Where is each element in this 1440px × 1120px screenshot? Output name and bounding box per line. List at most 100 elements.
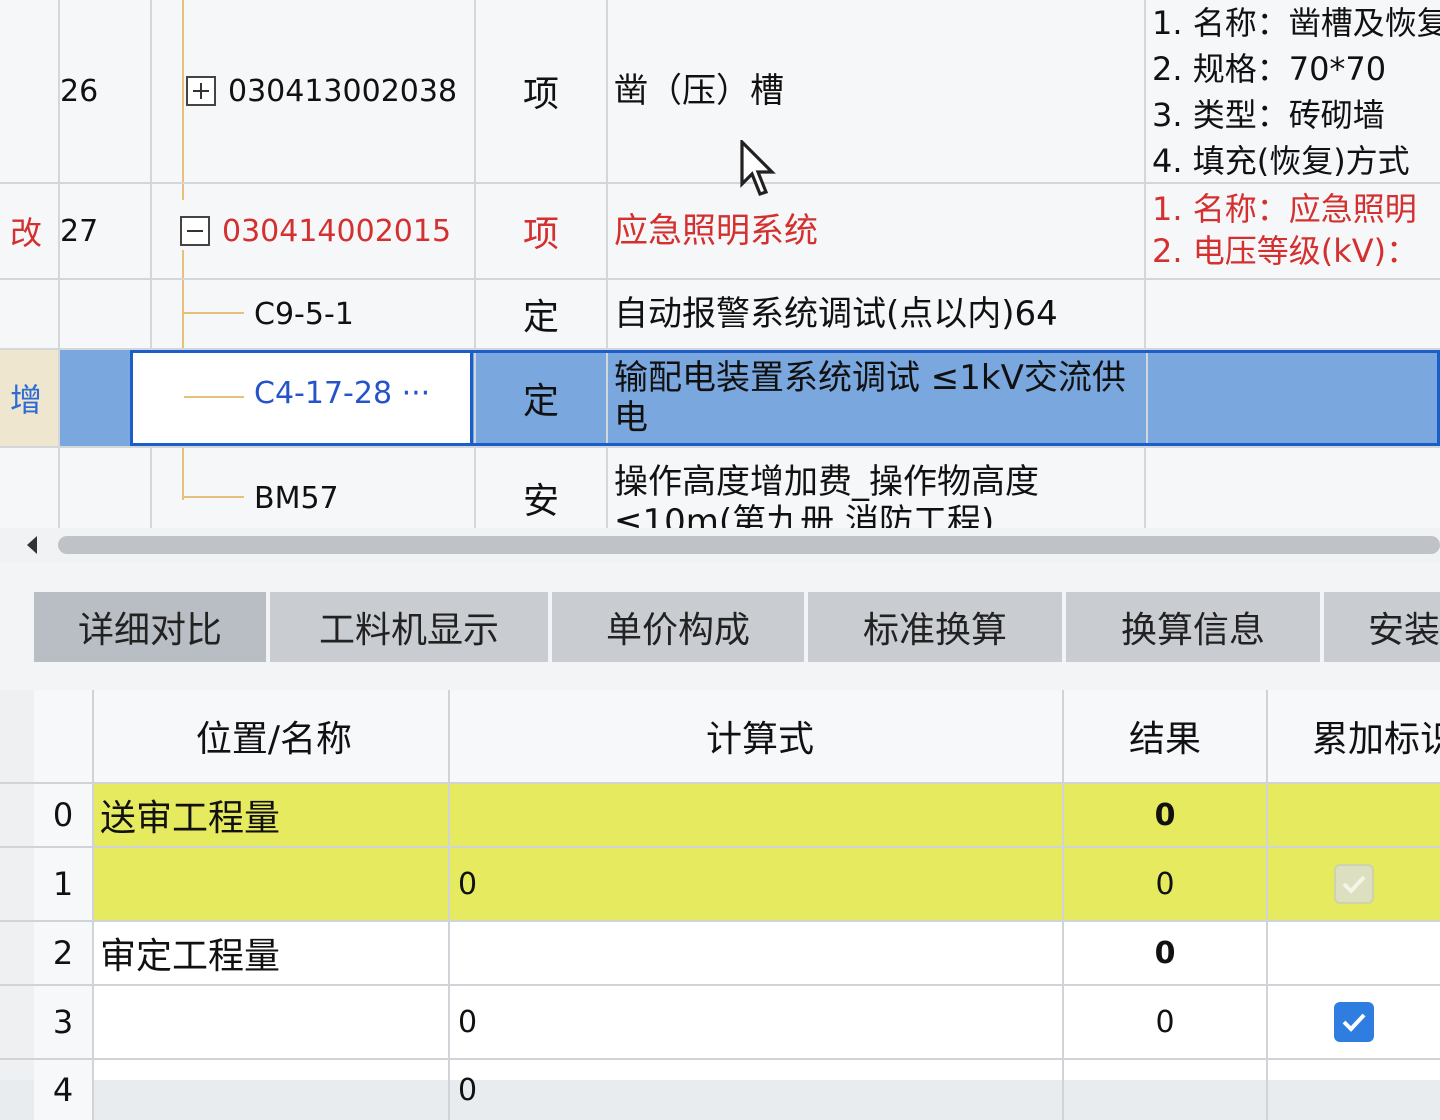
- result-cell: 0: [1064, 848, 1268, 920]
- item-name[interactable]: 输配电装置系统调试 ≤1kV交流供电: [608, 350, 1148, 446]
- item-name[interactable]: 应急照明系统: [608, 184, 1146, 278]
- position-name[interactable]: [94, 1060, 450, 1120]
- header-accumulate[interactable]: 累加标识: [1268, 690, 1440, 782]
- table-row[interactable]: BM57 安 操作高度增加费_操作物高度≤10m(第九册 消防工程): [0, 448, 1440, 528]
- checkmark-icon: [1342, 1013, 1366, 1032]
- scroll-left-arrow-icon[interactable]: [22, 534, 42, 556]
- item-code-cell[interactable]: 030414002015: [152, 184, 476, 278]
- item-description[interactable]: 1. 名称：应急照明 2. 电压等级(kV)：: [1146, 184, 1440, 278]
- item-code: 030413002038: [228, 73, 458, 109]
- quota-code-cell[interactable]: C9-5-1: [152, 280, 476, 348]
- item-type: 项: [476, 184, 608, 278]
- tab-detail-compare[interactable]: 详细对比: [34, 592, 270, 662]
- quota-code[interactable]: C4-17-28 ···: [254, 376, 430, 411]
- changed-mark: 改: [0, 184, 60, 278]
- desc-line: 1. 名称：凿槽及恢复: [1152, 4, 1440, 42]
- header-result[interactable]: 结果: [1064, 690, 1268, 782]
- table-row[interactable]: 4 0: [0, 1060, 1440, 1120]
- tab-unit-price-composition[interactable]: 单价构成: [552, 592, 808, 662]
- item-type: 定: [476, 350, 608, 446]
- desc-line: 2. 电压等级(kV)：: [1152, 232, 1419, 270]
- tab-labor-material-machine[interactable]: 工料机显示: [270, 592, 552, 662]
- detail-tabs: 详细对比 工料机显示 单价构成 标准换算 换算信息 安装: [0, 562, 1440, 690]
- accumulate-cell: [1268, 1060, 1440, 1120]
- item-description[interactable]: [1146, 280, 1440, 348]
- desc-line: 1. 名称：应急照明: [1152, 190, 1417, 228]
- accumulate-checkbox[interactable]: [1334, 864, 1374, 904]
- quota-code: C9-5-1: [254, 296, 354, 332]
- table-row[interactable]: 3 0 0: [0, 986, 1440, 1060]
- position-name[interactable]: [94, 986, 450, 1058]
- header-name[interactable]: 位置/名称: [94, 690, 450, 782]
- row-number: 27: [60, 184, 152, 278]
- item-type: 项: [476, 0, 608, 182]
- row-mark: [0, 448, 60, 528]
- item-type: 定: [476, 280, 608, 348]
- collapse-minus-icon[interactable]: [180, 216, 210, 246]
- result-cell: 0: [1064, 986, 1268, 1058]
- tab-conversion-info[interactable]: 换算信息: [1066, 592, 1324, 662]
- row-index: 4: [34, 1060, 94, 1120]
- formula-cell[interactable]: [450, 922, 1064, 984]
- item-name[interactable]: 凿（压）槽: [608, 0, 1146, 182]
- table-row[interactable]: 0 送审工程量 0: [0, 784, 1440, 848]
- tab-installation[interactable]: 安装: [1324, 592, 1440, 662]
- position-name[interactable]: 审定工程量: [94, 922, 450, 984]
- row-index: 2: [34, 922, 94, 984]
- quantity-detail-grid: 位置/名称 计算式 结果 累加标识 0 送审工程量 0 1 0 0 2 审定工程…: [0, 690, 1440, 1120]
- tree-connector: [184, 496, 244, 498]
- row-number: [60, 448, 152, 528]
- quota-code-cell[interactable]: BM57: [152, 448, 476, 528]
- scrollbar-thumb[interactable]: [58, 536, 1440, 554]
- bill-items-grid: 26 030413002038 项 凿（压）槽 1. 名称：凿槽及恢复 2. 规…: [0, 0, 1440, 528]
- accumulate-cell: [1268, 784, 1440, 846]
- tree-connector: [184, 312, 244, 314]
- formula-cell[interactable]: 0: [450, 986, 1064, 1058]
- formula-cell[interactable]: [450, 784, 1064, 846]
- item-name[interactable]: 操作高度增加费_操作物高度≤10m(第九册 消防工程): [608, 448, 1146, 528]
- mouse-pointer-icon: [740, 140, 776, 196]
- table-row[interactable]: C9-5-1 定 自动报警系统调试(点以内)64: [0, 280, 1440, 350]
- table-row[interactable]: 1 0 0: [0, 848, 1440, 922]
- table-row[interactable]: 2 审定工程量 0: [0, 922, 1440, 986]
- result-cell: 0: [1064, 784, 1268, 846]
- item-code: 030414002015: [222, 213, 452, 249]
- item-type: 安: [476, 448, 608, 528]
- row-index: 3: [34, 986, 94, 1058]
- item-description[interactable]: [1146, 448, 1440, 528]
- desc-line: 3. 类型：砖砌墙: [1152, 96, 1385, 134]
- checkmark-icon: [1342, 875, 1366, 894]
- row-number: 26: [60, 0, 152, 182]
- row-number: [60, 280, 152, 348]
- tab-standard-conversion[interactable]: 标准换算: [808, 592, 1066, 662]
- desc-line: 2. 规格：70*70: [1152, 50, 1387, 88]
- result-cell: 0: [1064, 922, 1268, 984]
- expand-plus-icon[interactable]: [186, 76, 216, 106]
- row-mark: [0, 280, 60, 348]
- item-description[interactable]: 1. 名称：凿槽及恢复 2. 规格：70*70 3. 类型：砖砌墙 4. 填充(…: [1146, 0, 1440, 182]
- added-mark: 增: [0, 350, 60, 446]
- item-name[interactable]: 自动报警系统调试(点以内)64: [608, 280, 1146, 348]
- header-formula[interactable]: 计算式: [450, 690, 1064, 782]
- result-cell: [1064, 1060, 1268, 1120]
- accumulate-cell: [1268, 986, 1440, 1058]
- header-index: [34, 690, 94, 782]
- position-name[interactable]: [94, 848, 450, 920]
- accumulate-cell: [1268, 922, 1440, 984]
- item-description[interactable]: [1146, 350, 1440, 446]
- formula-cell[interactable]: 0: [450, 848, 1064, 920]
- table-row[interactable]: 26 030413002038 项 凿（压）槽 1. 名称：凿槽及恢复 2. 规…: [0, 0, 1440, 184]
- accumulate-cell: [1268, 848, 1440, 920]
- row-mark: [0, 0, 60, 182]
- table-header: 位置/名称 计算式 结果 累加标识: [0, 690, 1440, 784]
- row-index: 0: [34, 784, 94, 846]
- accumulate-checkbox[interactable]: [1334, 1002, 1374, 1042]
- table-row[interactable]: 改 27 030414002015 项 应急照明系统 1. 名称：应急照明 2.…: [0, 184, 1440, 280]
- horizontal-scrollbar[interactable]: [0, 528, 1440, 562]
- desc-line: 4. 填充(恢复)方式: [1152, 142, 1410, 180]
- tree-connector: [184, 396, 244, 398]
- position-name[interactable]: 送审工程量: [94, 784, 450, 846]
- row-index: 1: [34, 848, 94, 920]
- item-code-cell[interactable]: 030413002038: [152, 0, 476, 182]
- formula-cell[interactable]: 0: [450, 1060, 1064, 1120]
